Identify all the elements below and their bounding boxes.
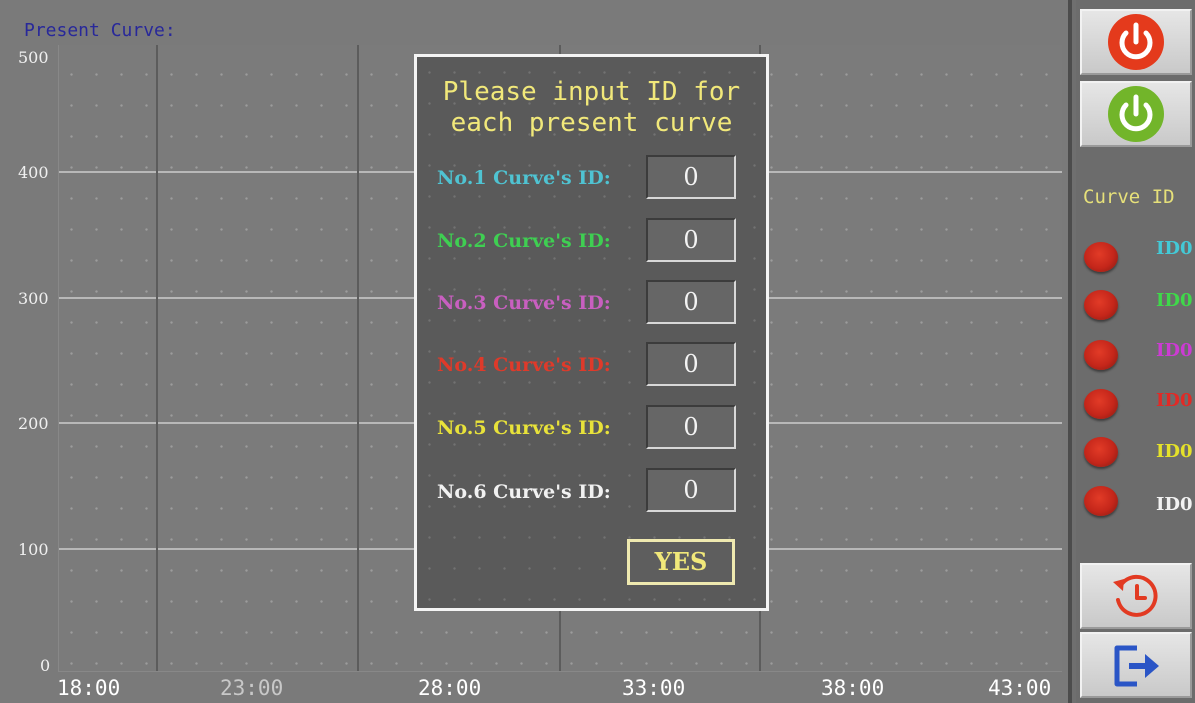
curve-1-id-input[interactable]: 0 [646,155,736,199]
curve-led-5[interactable] [1084,437,1118,467]
x-tick-1: 23:00 [220,676,284,700]
curve-4-id-input[interactable]: 0 [646,342,736,386]
curve-id-label-6: ID0 [1156,494,1193,515]
curve-3-id-label: No.3 Curve's ID: [437,292,611,314]
curve-led-3[interactable] [1084,340,1118,370]
curve-id-label-4: ID0 [1156,390,1193,411]
power-off-button[interactable] [1080,9,1192,75]
exit-icon [1114,645,1159,687]
curve-led-4[interactable] [1084,389,1118,419]
curve-6-id-input[interactable]: 0 [646,468,736,512]
gridline-v2 [357,45,359,671]
curve-1-id-label: No.1 Curve's ID: [437,167,611,189]
power-on-button[interactable] [1080,81,1192,147]
curve-5-id-input[interactable]: 0 [646,405,736,449]
curve-led-2[interactable] [1084,290,1118,320]
sidebar: Curve ID ID0 ID0 ID0 ID0 ID0 ID0 [1076,0,1195,703]
curve-4-id-label: No.4 Curve's ID: [437,354,611,376]
y-tick-300: 300 [18,289,49,308]
y-tick-0: 0 [40,656,51,675]
x-tick-3: 33:00 [622,676,686,700]
curve-2-id-label: No.2 Curve's ID: [437,230,611,252]
curve-led-1[interactable] [1084,242,1118,272]
x-tick-4: 38:00 [821,676,885,700]
curve-id-title: Curve ID [1083,186,1175,208]
curve-5-id-label: No.5 Curve's ID: [437,417,611,439]
curve-6-id-label: No.6 Curve's ID: [437,481,611,503]
power-icon-red [1108,14,1164,70]
clock-history-icon [1113,574,1158,617]
y-tick-100: 100 [18,540,49,559]
x-tick-5: 43:00 [988,676,1052,700]
curve-id-dialog: Please input ID for each present curve N… [414,54,769,611]
y-tick-500: 500 [18,48,49,67]
y-tick-200: 200 [18,414,49,433]
yes-button[interactable]: YES [627,539,735,585]
y-tick-400: 400 [18,163,49,182]
curve-3-id-input[interactable]: 0 [646,280,736,324]
curve-id-label-1: ID0 [1156,238,1193,259]
power-icon-green [1108,86,1164,142]
x-tick-2: 28:00 [418,676,482,700]
dialog-title: Please input ID for each present curve [442,77,741,138]
gridline-v1 [156,45,158,671]
x-tick-0: 18:00 [57,676,121,700]
curve-id-label-2: ID0 [1156,290,1193,311]
exit-button[interactable] [1080,632,1192,698]
history-button[interactable] [1080,563,1192,629]
chart-title: Present Curve: [24,20,176,41]
curve-id-label-3: ID0 [1156,340,1193,361]
curve-2-id-input[interactable]: 0 [646,218,736,262]
curve-id-label-5: ID0 [1156,441,1193,462]
curve-led-6[interactable] [1084,486,1118,516]
